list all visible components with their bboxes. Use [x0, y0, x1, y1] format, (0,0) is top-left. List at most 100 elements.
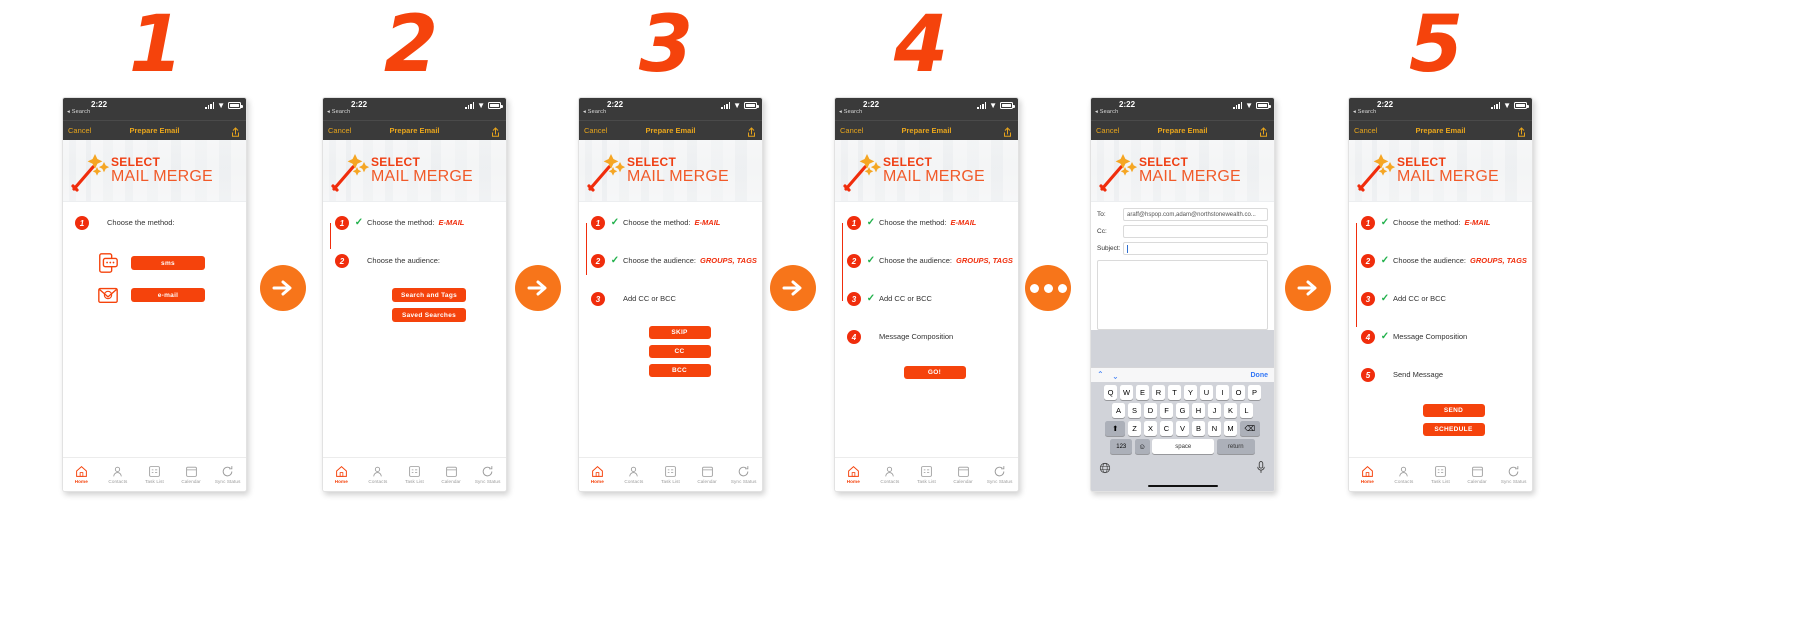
tab-calendar[interactable]: Calendar [690, 465, 724, 484]
skip-button[interactable]: SKIP [648, 326, 711, 339]
step-number-badge: 2 [335, 254, 349, 268]
arrow-connector-2 [515, 265, 561, 311]
subject-input[interactable] [1123, 242, 1268, 255]
tab-calendar[interactable]: Calendar [434, 465, 468, 484]
step-row: 3 ✓ Add CC or BCC [847, 292, 1018, 318]
step-row: 1 ✓ Choose the method: E-MAIL [1361, 216, 1532, 242]
cc-input[interactable] [1123, 225, 1268, 238]
tab-sync-status[interactable]: Sync Status [983, 465, 1017, 484]
key-g[interactable]: G [1175, 403, 1190, 418]
key-m[interactable]: M [1223, 421, 1238, 436]
tab-sync-status[interactable]: Sync Status [1497, 465, 1531, 484]
emoji-key[interactable]: ☺ [1134, 439, 1150, 454]
send-button[interactable]: SEND [1422, 404, 1485, 417]
keyboard-done-button[interactable]: Done [1251, 372, 1269, 379]
key-w[interactable]: W [1119, 385, 1134, 400]
key-i[interactable]: I [1215, 385, 1230, 400]
step-value: GROUPS, TAGS [955, 256, 1013, 265]
tab-contacts[interactable]: Contacts [101, 465, 135, 484]
key-r[interactable]: R [1151, 385, 1166, 400]
globe-icon[interactable] [1099, 461, 1111, 479]
saved-searches-button[interactable]: Saved Searches [392, 308, 466, 322]
key-d[interactable]: D [1143, 403, 1158, 418]
search-and-tags-button[interactable]: Search and Tags [392, 288, 466, 302]
tab-sync-status[interactable]: Sync Status [727, 465, 761, 484]
cc-button[interactable]: CC [648, 345, 711, 358]
tab-home[interactable]: Home [64, 465, 98, 484]
step-label: Choose the method: E-MAIL [879, 218, 977, 227]
tab-home[interactable]: Home [324, 465, 358, 484]
tab-contacts[interactable]: Contacts [873, 465, 907, 484]
tab-task-list[interactable]: Task List [909, 465, 943, 484]
key-t[interactable]: T [1167, 385, 1182, 400]
chevron-down-icon[interactable]: ⌃ [1112, 371, 1119, 380]
to-field-row: To: araff@hspop.com,adam@northstonewealt… [1091, 206, 1274, 223]
message-body-input[interactable] [1097, 260, 1268, 330]
tab-calendar[interactable]: Calendar [174, 465, 208, 484]
key-s[interactable]: S [1127, 403, 1142, 418]
banner: SELECT MAIL MERGE [63, 140, 246, 202]
tab-calendar[interactable]: Calendar [946, 465, 980, 484]
key-y[interactable]: Y [1183, 385, 1198, 400]
calendar-icon [701, 466, 713, 477]
tab-task-list[interactable]: Task List [1423, 465, 1457, 484]
key-n[interactable]: N [1207, 421, 1222, 436]
key-f[interactable]: F [1159, 403, 1174, 418]
key-j[interactable]: J [1207, 403, 1222, 418]
sync-icon [738, 466, 749, 477]
tab-sync-status[interactable]: Sync Status [211, 465, 245, 484]
to-input[interactable]: araff@hspop.com,adam@northstonewealth.co… [1123, 208, 1268, 221]
key-q[interactable]: Q [1103, 385, 1118, 400]
key-p[interactable]: P [1247, 385, 1262, 400]
step-check-icon: ✓ [1380, 217, 1390, 228]
microphone-icon[interactable] [1256, 461, 1266, 479]
step-list: 1 Choose the method: [63, 202, 246, 242]
email-button[interactable]: e-mail [131, 288, 205, 302]
step-label: Choose the audience: GROUPS, TAGS [879, 256, 1013, 265]
banner-line-2: MAIL MERGE [1139, 168, 1241, 186]
key-z[interactable]: Z [1127, 421, 1142, 436]
tab-contacts[interactable]: Contacts [617, 465, 651, 484]
numbers-key[interactable]: 123 [1110, 439, 1133, 454]
step-value: GROUPS, TAGS [699, 256, 757, 265]
step-connector-line [1355, 223, 1358, 327]
content-area: 1 ✓ Choose the method: E-MAIL 2 ✓ Choose … [579, 202, 762, 457]
key-v[interactable]: V [1175, 421, 1190, 436]
banner: SELECT MAIL MERGE [1091, 140, 1274, 202]
shift-key[interactable]: ⬆ [1105, 421, 1126, 436]
delete-key[interactable]: ⌫ [1239, 421, 1260, 436]
schedule-button[interactable]: SCHEDULE [1422, 423, 1485, 436]
tab-task-list[interactable]: Task List [653, 465, 687, 484]
key-e[interactable]: E [1135, 385, 1150, 400]
key-h[interactable]: H [1191, 403, 1206, 418]
key-a[interactable]: A [1111, 403, 1126, 418]
key-l[interactable]: L [1239, 403, 1254, 418]
tab-home[interactable]: Home [1350, 465, 1384, 484]
space-key[interactable]: space [1152, 439, 1215, 454]
sms-button[interactable]: sms [131, 256, 205, 270]
banner-text: SELECT MAIL MERGE [371, 155, 473, 186]
tab-task-list[interactable]: Task List [137, 465, 171, 484]
step-number-badge: 3 [847, 292, 861, 306]
key-x[interactable]: X [1143, 421, 1158, 436]
step-number-badge: 1 [1361, 216, 1375, 230]
battery-icon [1256, 102, 1271, 109]
tab-sync-status[interactable]: Sync Status [471, 465, 505, 484]
go-button[interactable]: GO! [903, 366, 966, 379]
bcc-button[interactable]: BCC [648, 364, 711, 377]
tab-home[interactable]: Home [836, 465, 870, 484]
tab-contacts[interactable]: Contacts [361, 465, 395, 484]
tab-task-list[interactable]: Task List [397, 465, 431, 484]
chevron-up-icon[interactable]: ⌃ [1097, 371, 1104, 379]
key-o[interactable]: O [1231, 385, 1246, 400]
tab-contacts[interactable]: Contacts [1387, 465, 1421, 484]
nav-bar: Cancel Prepare Email [1349, 120, 1532, 140]
key-c[interactable]: C [1159, 421, 1174, 436]
key-u[interactable]: U [1199, 385, 1214, 400]
key-b[interactable]: B [1191, 421, 1206, 436]
status-bar: ◂ Search 2:22 ▼ [835, 98, 1018, 120]
return-key[interactable]: return [1216, 439, 1255, 454]
tab-calendar[interactable]: Calendar [1460, 465, 1494, 484]
tab-home[interactable]: Home [580, 465, 614, 484]
key-k[interactable]: K [1223, 403, 1238, 418]
